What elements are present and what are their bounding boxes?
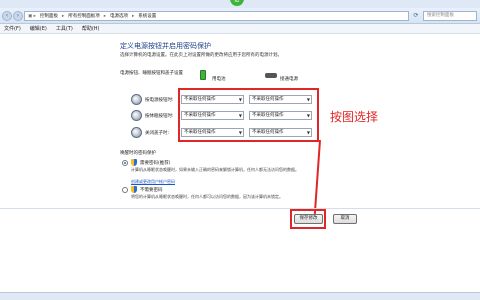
shield-icon [131, 159, 137, 166]
chevron-right-icon: ▸ [103, 13, 106, 19]
password-section-label: 唤醒时的密码保护 [120, 151, 156, 156]
row-label-lid: 关闭盖子时: [145, 131, 170, 136]
require-password-radio[interactable] [122, 160, 128, 166]
create-password-link[interactable]: 创建或更改用户帐户密码 [131, 179, 211, 185]
forward-icon[interactable]: › [13, 11, 23, 21]
save-button[interactable]: 保存修改 [294, 214, 323, 224]
page-title: 定义电源按钮并启用密码保护 [120, 42, 211, 50]
lid-icon [131, 127, 142, 138]
menu-edit[interactable]: 编辑(E) [30, 25, 47, 32]
refresh-icon[interactable]: ⟳ [411, 11, 421, 21]
address-bar: ‹ › ▣ ▸ 控制面板 ▸ 所有控制面板项 ▸ 电源选项 ▸ 系统设置 ⟳ 搜… [0, 8, 480, 24]
column-header-battery: 用电池 [212, 77, 226, 82]
divider [0, 208, 480, 209]
search-input[interactable]: 搜索控制面板 [423, 11, 477, 21]
notification-badge: 82 [230, 0, 244, 6]
title-bar: 82 [0, 0, 480, 8]
cancel-button[interactable]: 取消 [333, 214, 357, 224]
no-password-label: 不需要密码 [140, 188, 163, 193]
taskbar [0, 292, 480, 300]
no-password-radio[interactable] [122, 187, 128, 193]
power-button-icon [131, 94, 142, 105]
menu-file[interactable]: 文件(F) [4, 25, 21, 32]
annotation-arrow [313, 140, 321, 214]
sleep-button-icon [131, 110, 142, 121]
crumb-power-options[interactable]: 电源选项 [110, 13, 128, 19]
menu-tools[interactable]: 工具(T) [56, 25, 73, 32]
chevron-right-icon: ▸ [131, 13, 135, 19]
menu-help[interactable]: 帮助(H) [82, 25, 100, 32]
column-header-plugged: 接通电源 [280, 77, 298, 82]
chevron-right-icon: ▸ [61, 13, 65, 19]
crumb-system-settings[interactable]: 系统设置 [138, 13, 156, 19]
row-label-sleep: 按休眠按钮时: [145, 114, 174, 119]
menu-bar: 文件(F) 编辑(E) 工具(T) 帮助(H) [0, 24, 480, 34]
crumb-control-panel[interactable]: 控制面板 [40, 13, 58, 19]
plug-icon [265, 73, 277, 78]
section-label: 电源按钮、睡眠按钮和盖子设置 [120, 71, 183, 76]
require-password-desc: 计算机从睡眠状态唤醒时，如果未输入正确的密码来解锁计算机，任何人都无法访问您的数… [131, 167, 299, 172]
selection-highlight [178, 88, 319, 142]
shield-icon [131, 186, 137, 193]
no-password-desc: 将您的计算机从睡眠状态唤醒时，任何人都可以访问您的数据，因为该计算机未锁定。 [131, 194, 283, 199]
require-password-label: 需要密码(推荐) [140, 161, 171, 166]
back-icon[interactable]: ‹ [2, 11, 12, 21]
annotation-text: 按图选择 [330, 110, 379, 124]
intro-text: 选择计算机的电源设置。在此页上对设置所做的更改将应用于您所有的电源计划。 [120, 53, 282, 58]
breadcrumb[interactable]: ▣ ▸ 控制面板 ▸ 所有控制面板项 ▸ 电源选项 ▸ 系统设置 [24, 11, 409, 21]
row-label-power: 按电源按钮时: [145, 98, 174, 103]
control-panel-icon: ▣ ▸ [28, 13, 36, 19]
crumb-all-items[interactable]: 所有控制面板项 [68, 13, 100, 19]
battery-icon [200, 70, 206, 80]
